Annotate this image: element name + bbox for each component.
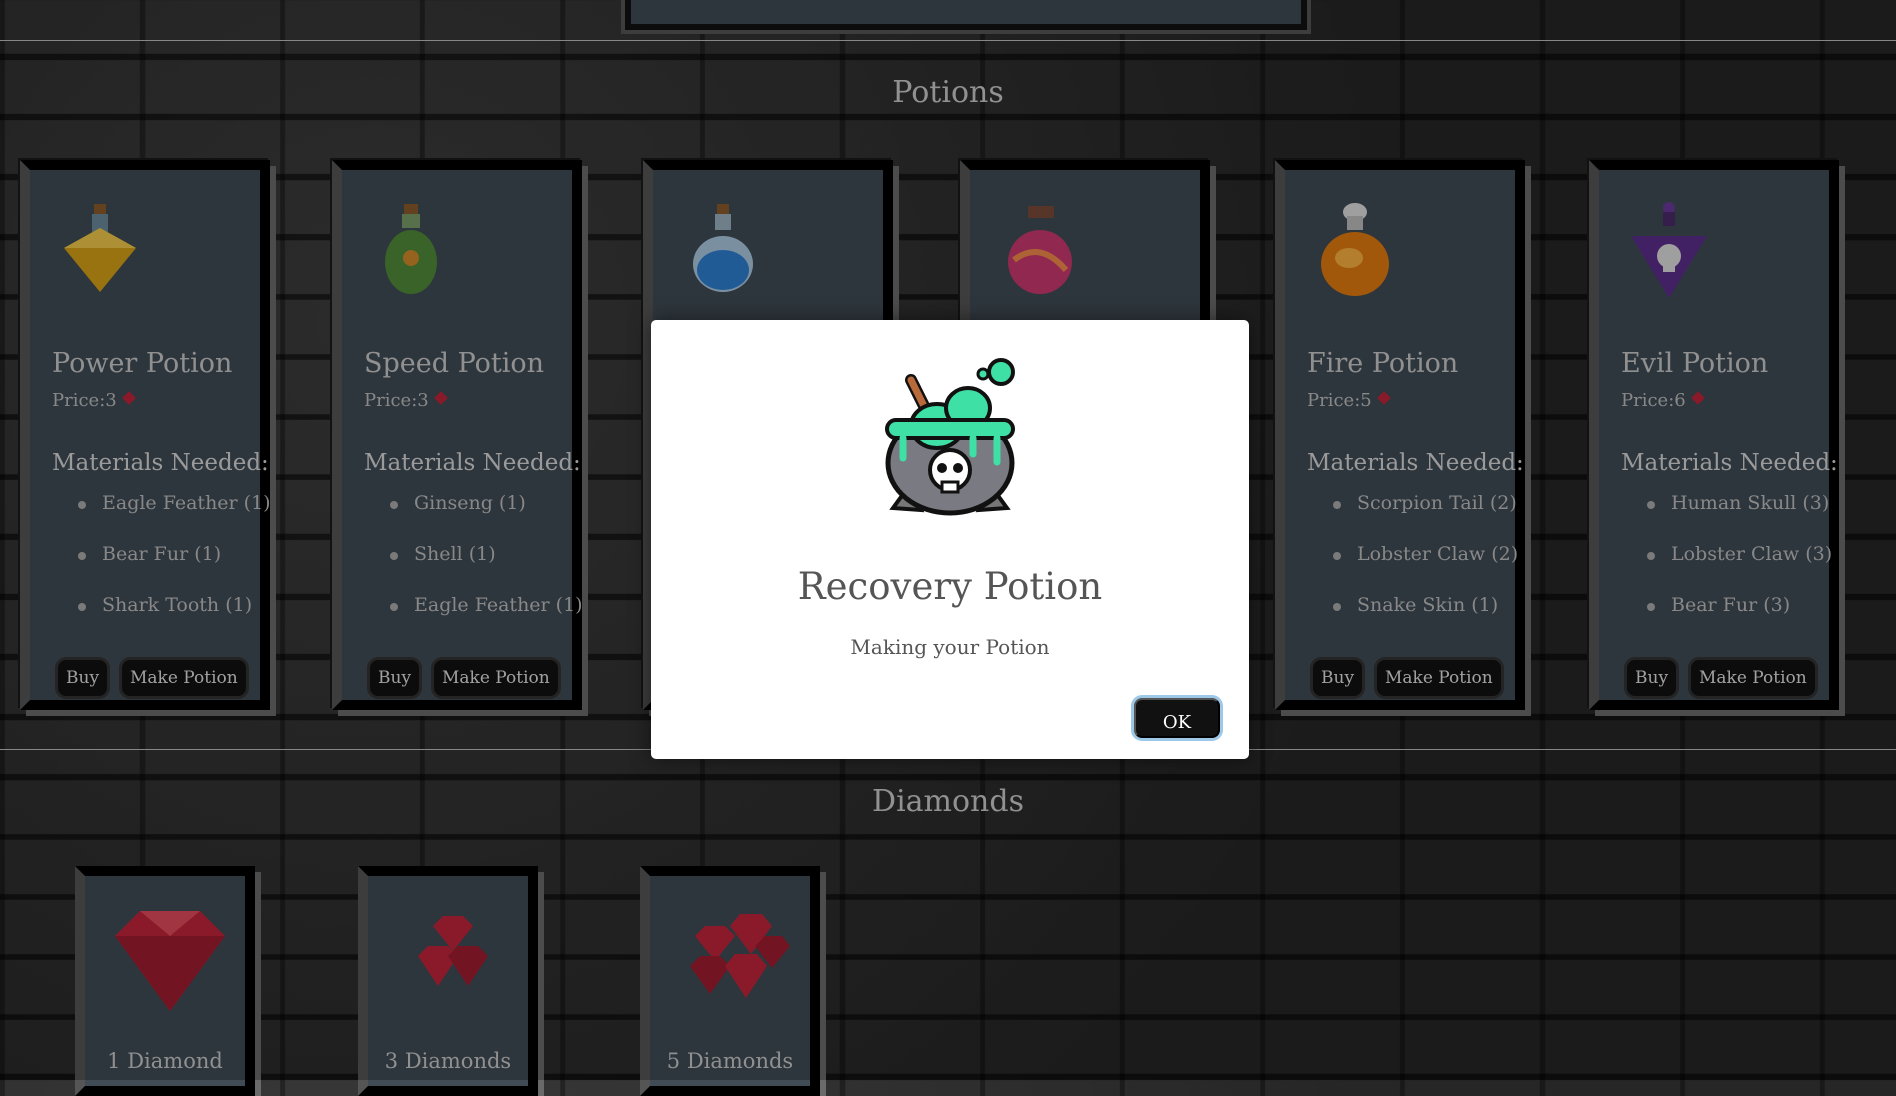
cauldron-icon [885,358,1015,516]
potion-modal: Recovery Potion Making your Potion OK [651,320,1249,759]
modal-title: Recovery Potion [797,565,1103,608]
ok-button[interactable]: OK [1134,698,1220,738]
modal-message: Making your Potion [850,635,1050,659]
